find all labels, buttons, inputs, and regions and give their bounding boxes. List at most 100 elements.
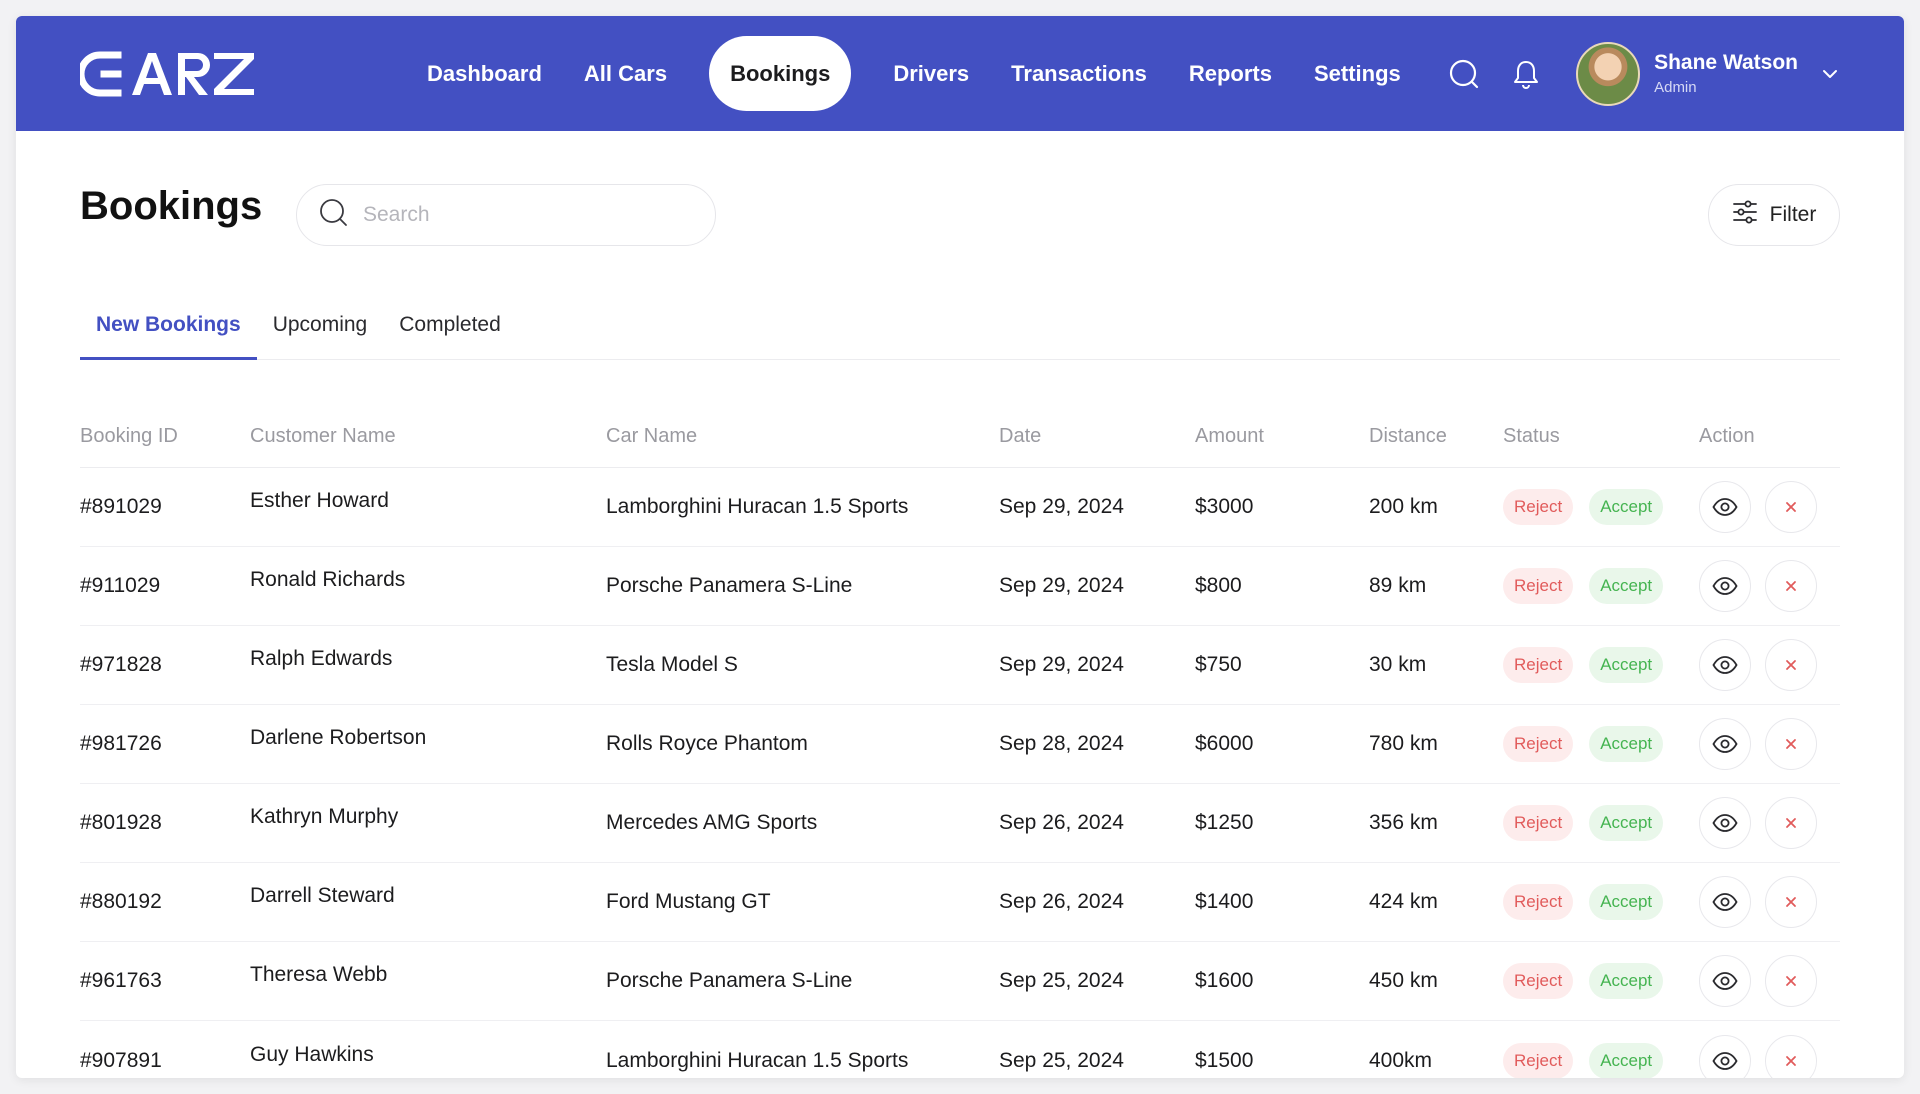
row-actions xyxy=(1699,481,1840,533)
accept-button[interactable]: Accept xyxy=(1589,963,1664,999)
nav-item-reports[interactable]: Reports xyxy=(1168,36,1293,111)
car-name: Lamborghini Huracan 1.5 Sports xyxy=(606,495,909,518)
user-name: Shane Watson xyxy=(1654,51,1798,74)
status-actions: Reject Accept xyxy=(1503,884,1699,920)
accept-button[interactable]: Accept xyxy=(1589,647,1664,683)
column-header-distance: Distance xyxy=(1369,425,1447,447)
booking-date: Sep 29, 2024 xyxy=(999,653,1124,676)
table-row: #961763 Theresa Webb Porsche Panamera S-Li… xyxy=(80,942,1840,1021)
booking-date: Sep 29, 2024 xyxy=(999,495,1124,518)
eye-icon[interactable] xyxy=(1699,797,1751,849)
search-icon[interactable] xyxy=(1444,54,1484,94)
customer-name: Theresa Webb xyxy=(250,963,388,986)
status-actions: Reject Accept xyxy=(1503,489,1699,525)
accept-button[interactable]: Accept xyxy=(1589,726,1664,762)
accept-button[interactable]: Accept xyxy=(1589,884,1664,920)
user-info[interactable]: Shane Watson Admin xyxy=(1654,51,1798,96)
column-header-car-name: Car Name xyxy=(606,425,698,447)
reject-button[interactable]: Reject xyxy=(1503,568,1574,604)
booking-date: Sep 25, 2024 xyxy=(999,1048,1124,1072)
tab-new-bookings[interactable]: New Bookings xyxy=(80,302,257,360)
booking-id: #907891 xyxy=(80,1048,162,1072)
bookings-table: Booking ID Customer Name Car Name Date A… xyxy=(80,406,1840,1078)
nav-item-drivers[interactable]: Drivers xyxy=(872,36,990,111)
eye-icon[interactable] xyxy=(1699,876,1751,928)
header-actions: Shane Watson Admin xyxy=(1444,16,1840,131)
close-icon[interactable] xyxy=(1765,639,1817,691)
eye-icon[interactable] xyxy=(1699,1034,1751,1078)
customer-name: Darrell Steward xyxy=(250,884,395,907)
table-header: Booking ID Customer Name Car Name Date A… xyxy=(80,406,1840,468)
search-input[interactable] xyxy=(363,203,683,227)
accept-button[interactable]: Accept xyxy=(1589,568,1664,604)
row-actions xyxy=(1699,1034,1840,1078)
eye-icon[interactable] xyxy=(1699,639,1751,691)
avatar[interactable] xyxy=(1576,41,1641,106)
nav-item-settings[interactable]: Settings xyxy=(1293,36,1422,111)
app-window: Dashboard All Cars Bookings Drivers Tran… xyxy=(16,16,1904,1078)
status-actions: Reject Accept xyxy=(1503,726,1699,762)
nav-item-dashboard[interactable]: Dashboard xyxy=(406,36,563,111)
close-icon[interactable] xyxy=(1765,797,1817,849)
booking-amount: $3000 xyxy=(1195,495,1254,518)
reject-button[interactable]: Reject xyxy=(1503,647,1574,683)
chevron-down-icon[interactable] xyxy=(1820,54,1840,94)
reject-button[interactable]: Reject xyxy=(1503,963,1574,999)
nav-item-bookings[interactable]: Bookings xyxy=(709,36,852,111)
brand-logo[interactable] xyxy=(80,49,258,99)
filter-label: Filter xyxy=(1769,203,1817,226)
sliders-icon xyxy=(1732,200,1758,230)
user-role: Admin xyxy=(1654,79,1697,96)
booking-date: Sep 25, 2024 xyxy=(999,969,1124,992)
status-actions: Reject Accept xyxy=(1503,1042,1699,1078)
table-row: #880192 Darrell Steward Ford Mustang GT Sep… xyxy=(80,863,1840,942)
booking-date: Sep 26, 2024 xyxy=(999,811,1124,834)
close-icon[interactable] xyxy=(1765,955,1817,1007)
reject-button[interactable]: Reject xyxy=(1503,884,1574,920)
eye-icon[interactable] xyxy=(1699,718,1751,770)
booking-date: Sep 28, 2024 xyxy=(999,732,1124,755)
booking-id: #801928 xyxy=(80,811,162,834)
table-row: #801928 Kathryn Murphy Mercedes AMG Sports… xyxy=(80,784,1840,863)
filter-button[interactable]: Filter xyxy=(1708,184,1840,246)
customer-name: Guy Hawkins xyxy=(250,1042,374,1066)
customer-name: Ralph Edwards xyxy=(250,647,393,670)
search-icon xyxy=(319,198,349,233)
eye-icon[interactable] xyxy=(1699,481,1751,533)
reject-button[interactable]: Reject xyxy=(1503,489,1574,525)
accept-button[interactable]: Accept xyxy=(1589,489,1664,525)
tab-completed[interactable]: Completed xyxy=(383,302,517,360)
row-actions xyxy=(1699,955,1840,1007)
eye-icon[interactable] xyxy=(1699,955,1751,1007)
eye-icon[interactable] xyxy=(1699,560,1751,612)
reject-button[interactable]: Reject xyxy=(1503,805,1574,841)
row-actions xyxy=(1699,797,1840,849)
close-icon[interactable] xyxy=(1765,718,1817,770)
car-name: Porsche Panamera S-Line xyxy=(606,574,853,597)
tab-upcoming[interactable]: Upcoming xyxy=(257,302,384,360)
booking-amount: $1400 xyxy=(1195,890,1254,913)
table-row: #907891 Guy Hawkins Lamborghini Huracan 1.… xyxy=(80,1021,1840,1078)
close-icon[interactable] xyxy=(1765,481,1817,533)
booking-id: #891029 xyxy=(80,495,162,518)
status-actions: Reject Accept xyxy=(1503,647,1699,683)
main-nav: Dashboard All Cars Bookings Drivers Tran… xyxy=(406,36,1422,111)
booking-distance: 89 km xyxy=(1369,574,1427,597)
reject-button[interactable]: Reject xyxy=(1503,1042,1574,1078)
close-icon[interactable] xyxy=(1765,1034,1817,1078)
close-icon[interactable] xyxy=(1765,876,1817,928)
nav-item-all-cars[interactable]: All Cars xyxy=(563,36,688,111)
booking-distance: 780 km xyxy=(1369,732,1438,755)
close-icon[interactable] xyxy=(1765,560,1817,612)
accept-button[interactable]: Accept xyxy=(1589,805,1664,841)
accept-button[interactable]: Accept xyxy=(1589,1042,1664,1078)
table-row: #911029 Ronald Richards Porsche Panamera S… xyxy=(80,547,1840,626)
customer-name: Ronald Richards xyxy=(250,568,406,591)
nav-item-transactions[interactable]: Transactions xyxy=(990,36,1168,111)
booking-distance: 400km xyxy=(1369,1048,1433,1072)
reject-button[interactable]: Reject xyxy=(1503,726,1574,762)
column-header-booking-id: Booking ID xyxy=(80,425,178,447)
column-header-action: Action xyxy=(1699,425,1755,447)
booking-distance: 450 km xyxy=(1369,969,1438,992)
bell-icon[interactable] xyxy=(1506,54,1546,94)
